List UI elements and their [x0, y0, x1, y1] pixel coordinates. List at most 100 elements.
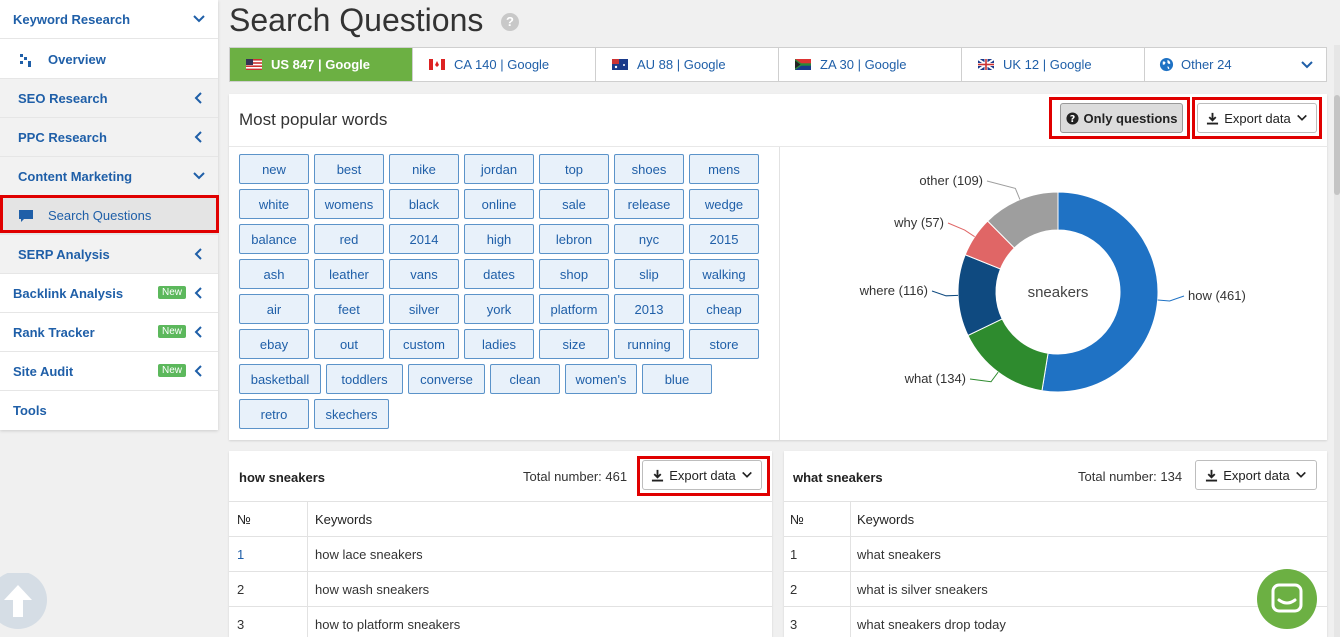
word-chip-shop[interactable]: shop: [539, 259, 609, 289]
sidebar-item-serp-analysis[interactable]: SERP Analysis: [0, 235, 218, 274]
how-questions-table: how sneakers Total number: 461 Export da…: [229, 451, 772, 637]
tab-ca[interactable]: CA 140 | Google: [413, 48, 596, 81]
sidebar-item-site-audit[interactable]: Site Audit New: [0, 352, 218, 391]
chevron-down-icon: [741, 471, 752, 478]
table-row: 2 how wash sneakers: [229, 571, 772, 607]
word-chip-size[interactable]: size: [539, 329, 609, 359]
page-scrollbar[interactable]: [1334, 45, 1340, 637]
sidebar-item-label: Search Questions: [48, 207, 152, 223]
scroll-to-top-icon[interactable]: [0, 573, 48, 633]
word-chip-high[interactable]: high: [464, 224, 534, 254]
word-chip-balance[interactable]: balance: [239, 224, 309, 254]
word-chip-release[interactable]: release: [614, 189, 684, 219]
sidebar-item-backlink-analysis[interactable]: Backlink Analysis New: [0, 274, 218, 313]
table-row: 3 how to platform sneakers: [229, 606, 772, 637]
tab-us[interactable]: US 847 | Google: [230, 48, 413, 81]
new-badge: New: [157, 286, 186, 299]
za-flag-icon: [795, 59, 811, 70]
scrollbar-thumb[interactable]: [1334, 95, 1340, 195]
column-divider: [850, 572, 851, 607]
word-chip-wedge[interactable]: wedge: [689, 189, 759, 219]
word-chip-vans[interactable]: vans: [389, 259, 459, 289]
word-chip-best[interactable]: best: [314, 154, 384, 184]
word-chip-new[interactable]: new: [239, 154, 309, 184]
sidebar-item-ppc-research[interactable]: PPC Research: [0, 118, 218, 157]
tab-uk[interactable]: UK 12 | Google: [962, 48, 1145, 81]
word-chip-cheap[interactable]: cheap: [689, 294, 759, 324]
word-chip-online[interactable]: online: [464, 189, 534, 219]
word-chip-2013[interactable]: 2013: [614, 294, 684, 324]
word-chip-2014[interactable]: 2014: [389, 224, 459, 254]
word-chip-ebay[interactable]: ebay: [239, 329, 309, 359]
header-cell: №: [790, 512, 804, 527]
keyword-cell[interactable]: how lace sneakers: [315, 547, 423, 562]
word-chip-white[interactable]: white: [239, 189, 309, 219]
chevron-down-icon: [193, 15, 205, 23]
word-chip-jordan[interactable]: jordan: [464, 154, 534, 184]
word-chip-ladies[interactable]: ladies: [464, 329, 534, 359]
word-chip-retro[interactable]: retro: [239, 399, 309, 429]
only-questions-button[interactable]: ? Only questions: [1060, 103, 1183, 133]
word-chip-top[interactable]: top: [539, 154, 609, 184]
leader-line-where: [931, 290, 959, 297]
sidebar-item-tools[interactable]: Tools: [0, 391, 218, 430]
word-chip-shoes[interactable]: shoes: [614, 154, 684, 184]
word-chip-skechers[interactable]: skechers: [314, 399, 389, 429]
export-data-button[interactable]: Export data: [1197, 103, 1317, 133]
export-data-button[interactable]: Export data: [1195, 460, 1317, 490]
word-chip-feet[interactable]: feet: [314, 294, 384, 324]
word-chip-nyc[interactable]: nyc: [614, 224, 684, 254]
help-icon[interactable]: ?: [501, 13, 519, 31]
keyword-cell[interactable]: what sneakers drop today: [857, 617, 1006, 632]
chat-widget-button[interactable]: [1257, 569, 1317, 629]
word-chip-basketball[interactable]: basketball: [239, 364, 321, 394]
word-chip-out[interactable]: out: [314, 329, 384, 359]
tab-za[interactable]: ZA 30 | Google: [779, 48, 962, 81]
word-chip-leather[interactable]: leather: [314, 259, 384, 289]
word-chip-mens[interactable]: mens: [689, 154, 759, 184]
word-chip-silver[interactable]: silver: [389, 294, 459, 324]
keyword-cell[interactable]: how to platform sneakers: [315, 617, 460, 632]
word-chip-2015[interactable]: 2015: [689, 224, 759, 254]
chevron-left-icon: [194, 326, 202, 338]
word-chip-red[interactable]: red: [314, 224, 384, 254]
table-header-row: № Keywords: [229, 501, 772, 537]
sidebar-item-content-marketing[interactable]: Content Marketing: [0, 157, 218, 196]
word-chip-women-s[interactable]: women's: [565, 364, 637, 394]
word-chip-blue[interactable]: blue: [642, 364, 712, 394]
keyword-cell[interactable]: what sneakers: [857, 547, 941, 562]
word-chip-walking[interactable]: walking: [689, 259, 759, 289]
tab-label: Other 24: [1181, 57, 1232, 72]
word-chip-toddlers[interactable]: toddlers: [326, 364, 403, 394]
globe-icon: [1159, 57, 1174, 72]
chevron-left-icon: [194, 92, 202, 104]
word-chip-running[interactable]: running: [614, 329, 684, 359]
word-chip-york[interactable]: york: [464, 294, 534, 324]
word-chip-platform[interactable]: platform: [539, 294, 609, 324]
sidebar-item-rank-tracker[interactable]: Rank Tracker New: [0, 313, 218, 352]
word-chip-sale[interactable]: sale: [539, 189, 609, 219]
export-data-button[interactable]: Export data: [642, 460, 762, 490]
sidebar-item-search-questions[interactable]: Search Questions: [0, 196, 218, 235]
keyword-cell[interactable]: how wash sneakers: [315, 582, 429, 597]
tab-other[interactable]: Other 24: [1145, 48, 1326, 81]
sidebar-item-keyword-research[interactable]: Keyword Research: [0, 0, 218, 39]
chevron-left-icon: [194, 287, 202, 299]
word-chip-air[interactable]: air: [239, 294, 309, 324]
word-chip-black[interactable]: black: [389, 189, 459, 219]
word-chip-slip[interactable]: slip: [614, 259, 684, 289]
word-chip-clean[interactable]: clean: [490, 364, 560, 394]
keyword-cell[interactable]: what is silver sneakers: [857, 582, 988, 597]
sidebar-item-overview[interactable]: Overview: [0, 40, 218, 79]
word-chip-nike[interactable]: nike: [389, 154, 459, 184]
word-chip-ash[interactable]: ash: [239, 259, 309, 289]
word-chip-store[interactable]: store: [689, 329, 759, 359]
tab-au[interactable]: AU 88 | Google: [596, 48, 779, 81]
sidebar-item-seo-research[interactable]: SEO Research: [0, 79, 218, 118]
word-chip-lebron[interactable]: lebron: [539, 224, 609, 254]
word-chip-custom[interactable]: custom: [389, 329, 459, 359]
word-chip-dates[interactable]: dates: [464, 259, 534, 289]
what-questions-table: what sneakers Total number: 134 Export d…: [784, 451, 1327, 637]
word-chip-womens[interactable]: womens: [314, 189, 384, 219]
word-chip-converse[interactable]: converse: [408, 364, 485, 394]
